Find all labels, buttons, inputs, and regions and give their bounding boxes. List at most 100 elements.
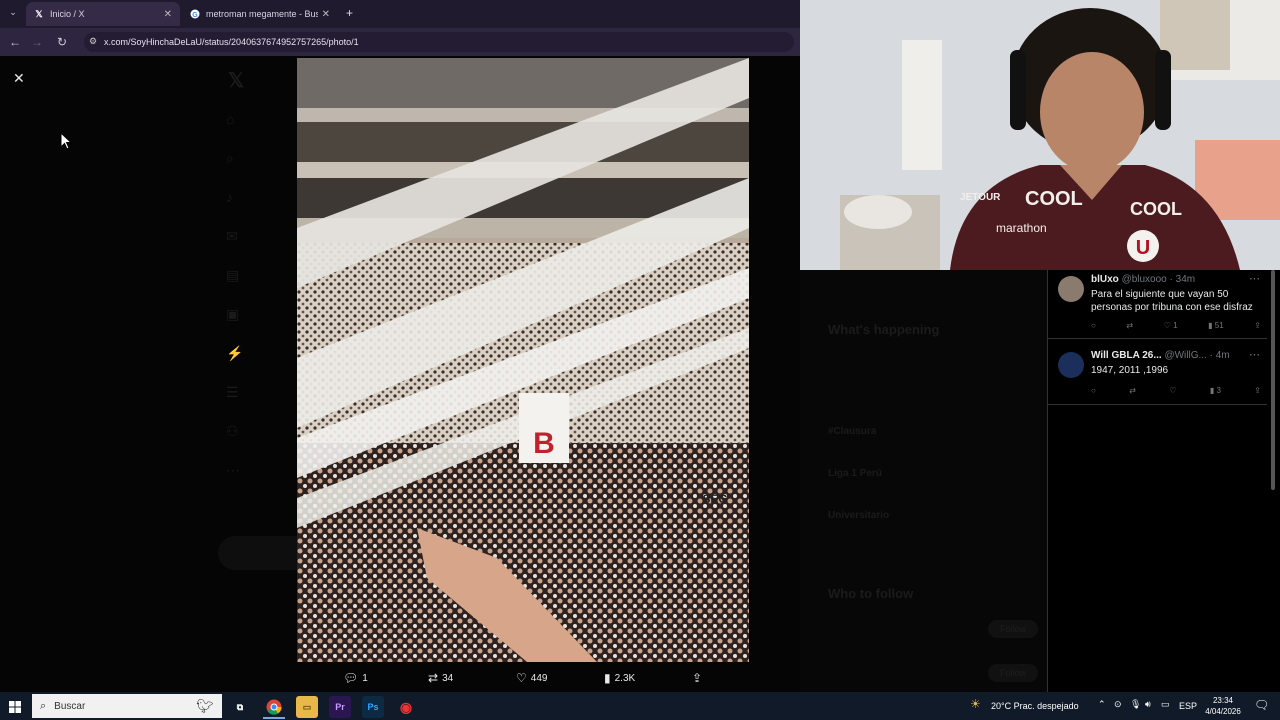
like-button[interactable]: ♡ 449: [516, 670, 547, 686]
close-viewer-button[interactable]: ✕: [13, 70, 25, 87]
shirt-brand-1: COOL: [1025, 188, 1083, 210]
stadium-photo[interactable]: B SEG: [297, 58, 749, 662]
premiere-icon[interactable]: Pr: [329, 696, 351, 718]
url-text: x.com/SoyHinchaDeLaU/status/204063767495…: [104, 37, 359, 47]
follow-button: Follow: [988, 664, 1038, 682]
tweet-text: 1947, 2011 ,1996: [1091, 365, 1169, 376]
tweet-actions: ○ ⇄ ♡ 1 ▮ 51 ⇪: [1091, 321, 1261, 330]
address-bar[interactable]: ⚙ x.com/SoyHinchaDeLaU/status/2040637674…: [84, 32, 794, 52]
like-button[interactable]: ♡ 1: [1164, 321, 1178, 330]
google-icon: G: [190, 9, 200, 19]
shirt-sleeve: JETOUR: [960, 192, 1001, 203]
like-count: 449: [530, 672, 548, 684]
obs-icon[interactable]: ◉: [395, 696, 417, 718]
search-placeholder: Buscar: [54, 700, 86, 712]
reply-button[interactable]: 💬︎ 1: [343, 670, 368, 686]
reply-icon[interactable]: ○: [1091, 386, 1096, 395]
views-button[interactable]: ▮ 2.3K: [604, 670, 635, 686]
weather-text[interactable]: 20°C Prac. despejado: [991, 701, 1079, 711]
x-logo-icon: 𝕏: [228, 70, 245, 92]
x-logo-icon: 𝕏: [35, 8, 43, 19]
like-count: 1: [1173, 321, 1178, 330]
repost-button[interactable]: ⇄ 34: [428, 670, 453, 686]
taskbar-search[interactable]: ⌕ Buscar 🐦︎: [32, 694, 222, 718]
close-tab-icon[interactable]: ✕: [322, 9, 330, 20]
scrollbar[interactable]: [1267, 270, 1280, 692]
share-icon[interactable]: ⇪: [1254, 321, 1261, 330]
avatar[interactable]: [1058, 276, 1084, 302]
dimmed-right-sidebar: What's happening #Clausura Liga 1 Perú U…: [800, 270, 1047, 692]
views-count: 2.3K: [614, 672, 636, 684]
language-indicator[interactable]: ESP: [1179, 701, 1197, 711]
tray-chevron-icon[interactable]: ⌃: [1098, 699, 1106, 710]
share-icon[interactable]: ⇪: [1254, 386, 1261, 395]
trend-item: Liga 1 Perú: [828, 468, 882, 479]
clock-date: 4/04/2026: [1205, 707, 1241, 716]
reply-tweet[interactable]: Will GBLA 26... @WillG... · 4m ⋯ 1947, 2…: [1048, 348, 1268, 405]
views-button[interactable]: ▮ 3: [1210, 386, 1221, 395]
follow-button: Follow: [988, 620, 1038, 638]
views-chart-icon: ▮: [604, 671, 611, 685]
share-button[interactable]: ⇪: [692, 670, 706, 686]
tweet-handle: @bluxooo · 34m: [1121, 274, 1196, 285]
site-info-icon[interactable]: ⚙: [89, 36, 97, 47]
nav-icons-dim: ⌂ ⌕ ♪ ✉ ▤ ▣ ⚡ ☰ ⚇ ⋯: [226, 111, 244, 478]
shirt-crest: U: [1136, 237, 1150, 259]
clock-time: 23:34: [1212, 696, 1234, 705]
tab-google-search[interactable]: G metroman megamente - Busca ✕: [182, 2, 338, 26]
new-tab-button[interactable]: +: [346, 6, 353, 20]
clock[interactable]: 23:34 4/04/2026: [1203, 695, 1243, 717]
tweet-text: Para el siguiente que vayan 50 personas …: [1091, 289, 1253, 313]
tweet-author[interactable]: blUxo @bluxooo · 34m: [1091, 274, 1195, 285]
tray-app-icon[interactable]: ⊙: [1114, 699, 1122, 710]
tweet-handle: @WillG... · 4m: [1164, 350, 1230, 361]
task-view-icon[interactable]: ⧉: [229, 696, 251, 718]
file-explorer-icon[interactable]: ▭: [296, 696, 318, 718]
share-icon: ⇪: [692, 671, 703, 685]
reply-icon[interactable]: ○: [1091, 321, 1096, 330]
repost-icon[interactable]: ⇄: [1129, 386, 1136, 395]
pigeon-icon: 🐦︎: [196, 697, 214, 714]
svg-text:G: G: [192, 12, 198, 19]
who-to-follow-heading: Who to follow: [828, 586, 914, 601]
more-icon[interactable]: ⋯: [1249, 272, 1260, 285]
reload-icon[interactable]: ↻: [53, 33, 71, 51]
webcam-overlay: COOL COOL marathon JETOUR U: [800, 0, 1280, 270]
replies-panel: blUxo @bluxooo · 34m ⋯ Para el siguiente…: [1047, 270, 1268, 692]
close-tab-icon[interactable]: ✕: [164, 9, 172, 20]
heart-icon: ♡: [516, 671, 527, 685]
tweet-actions: ○ ⇄ ♡ ▮ 3 ⇪: [1091, 386, 1261, 395]
microphone-icon[interactable]: 🎙︎: [1130, 699, 1141, 710]
tab-inicio-x[interactable]: 𝕏 Inicio / X ✕: [26, 2, 180, 26]
heart-icon[interactable]: ♡: [1169, 386, 1176, 395]
views-count: 51: [1214, 321, 1224, 330]
tweet-author[interactable]: Will GBLA 26... @WillG... · 4m: [1091, 350, 1230, 361]
views-count: 3: [1216, 386, 1221, 395]
repost-icon[interactable]: ⇄: [1126, 321, 1133, 330]
notifications-icon[interactable]: 🗨︎: [1254, 698, 1269, 712]
whats-happening-heading: What's happening: [828, 322, 940, 337]
active-app-indicator: [263, 717, 285, 719]
trend-item: Universitario: [828, 510, 890, 521]
reply-count: 1: [362, 672, 368, 684]
weather-icon[interactable]: ☀: [970, 697, 981, 711]
shirt-brand-2: COOL: [1130, 199, 1182, 219]
volume-icon[interactable]: 🔊︎: [1145, 699, 1151, 710]
tab-list-chevron-icon[interactable]: ⌄: [6, 7, 20, 21]
photo-shirt-text: SEG: [702, 492, 727, 506]
reply-icon: 💬︎: [343, 671, 359, 685]
more-icon[interactable]: ⋯: [1249, 348, 1260, 361]
back-arrow-icon[interactable]: ←: [6, 33, 24, 51]
reply-tweet[interactable]: blUxo @bluxooo · 34m ⋯ Para el siguiente…: [1048, 272, 1268, 339]
chrome-icon[interactable]: [263, 696, 285, 718]
trend-item: #Clausura: [828, 426, 877, 437]
network-icon[interactable]: ▭: [1161, 699, 1170, 710]
search-icon: ⌕: [40, 699, 47, 712]
forward-arrow-icon[interactable]: →: [28, 33, 46, 51]
avatar[interactable]: [1058, 352, 1084, 378]
views-button[interactable]: ▮ 51: [1208, 321, 1224, 330]
photoshop-icon[interactable]: Ps: [362, 696, 384, 718]
windows-start-icon[interactable]: [9, 700, 21, 718]
photo-letter: B: [533, 427, 555, 460]
repost-count: 34: [442, 672, 454, 684]
